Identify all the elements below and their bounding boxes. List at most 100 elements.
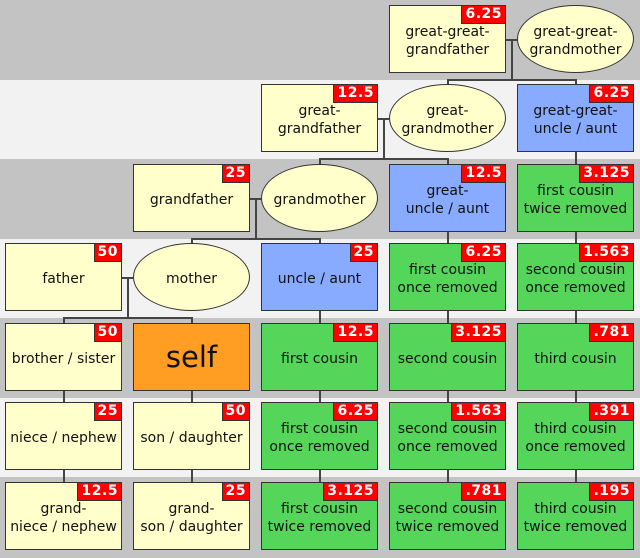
connector-line	[318, 390, 321, 402]
node-third-cousin-once-removed: third cousin once removed .391	[517, 402, 634, 470]
node-label: great-great- grandfather	[405, 23, 490, 58]
connector-line	[318, 311, 321, 323]
node-label: son / daughter	[140, 430, 243, 446]
connector-line	[62, 390, 65, 402]
relatedness-badge: 25	[93, 403, 121, 421]
node-first-cousin-once-removed: first cousin once removed 6.25	[261, 402, 378, 470]
node-brother-sister: brother / sister 50	[5, 322, 122, 391]
relatedness-badge: 3.125	[323, 482, 377, 501]
connector-line	[382, 118, 385, 158]
node-great-uncle-aunt: great- uncle / aunt 12.5	[389, 163, 506, 232]
relatedness-badge: .195	[589, 482, 633, 501]
node-grandfather: grandfather 25	[133, 163, 250, 232]
connector-line	[446, 231, 449, 243]
node-mother: mother	[133, 243, 250, 311]
node-great-great-grandmother: great-great- grandmother	[517, 4, 634, 73]
node-second-cousin-twice-removed: second cousin twice removed .781	[389, 481, 506, 550]
node-son-daughter: son / daughter 50	[133, 402, 250, 470]
relatedness-badge: 50	[221, 403, 249, 421]
node-father: father 50	[5, 243, 122, 311]
relatedness-badge: 50	[93, 323, 121, 342]
relatedness-badge: 12.5	[77, 482, 121, 501]
connector-line	[126, 277, 129, 317]
relatedness-badge: .391	[589, 403, 633, 421]
node-first-cousin: first cousin 12.5	[261, 322, 378, 391]
connector-line	[574, 152, 577, 164]
node-label: mother	[166, 271, 217, 287]
node-label: first cousin twice removed	[267, 500, 372, 535]
connector-line	[510, 38, 513, 79]
relatedness-badge: 1.563	[451, 403, 505, 421]
node-label: first cousin twice removed	[523, 182, 628, 217]
relatedness-badge: .781	[589, 323, 633, 342]
node-first-cousin-twice-removed: first cousin twice removed 3.125	[261, 481, 378, 550]
connector-line	[574, 390, 577, 402]
node-great-grandmother: great- grandmother	[389, 84, 506, 152]
node-label: third cousin	[534, 350, 617, 367]
relatedness-badge: 12.5	[333, 323, 377, 342]
node-self: self	[133, 322, 250, 391]
relatedness-badge: 50	[93, 244, 121, 262]
node-label: third cousin once removed	[525, 421, 626, 455]
node-great-great-grandfather: great-great- grandfather 6.25	[389, 4, 506, 73]
connector-line	[190, 390, 193, 402]
node-label: second cousin once removed	[397, 421, 498, 455]
node-uncle-aunt: uncle / aunt 25	[261, 243, 378, 311]
connector-line	[62, 470, 65, 482]
node-label: self	[165, 339, 218, 374]
node-label: second cousin once removed	[525, 262, 626, 296]
relatedness-badge: 6.25	[333, 403, 377, 421]
relatedness-badge: 12.5	[333, 85, 377, 103]
relatedness-badge: 6.25	[589, 85, 633, 103]
node-grandmother: grandmother	[261, 163, 378, 232]
connector-line	[446, 390, 449, 402]
node-third-cousin-twice-removed: third cousin twice removed .195	[517, 481, 634, 550]
relatedness-badge: 12.5	[461, 164, 505, 183]
node-label: grandmother	[273, 191, 366, 208]
connector-line	[62, 317, 193, 319]
node-label: grand- son / daughter	[140, 500, 243, 535]
node-label: grandfather	[149, 191, 234, 208]
connector-line	[254, 197, 257, 238]
node-label: great- grandfather	[277, 103, 362, 137]
relatedness-badge: 6.25	[461, 244, 505, 262]
relatedness-badge: 3.125	[451, 323, 505, 342]
node-great-grandfather: great- grandfather 12.5	[261, 84, 378, 152]
node-first-cousin-twice-removed: first cousin twice removed 3.125	[517, 163, 634, 232]
node-label: brother / sister	[11, 350, 116, 367]
node-label: first cousin once removed	[269, 421, 370, 455]
node-label: second cousin twice removed	[395, 500, 500, 535]
relatedness-badge: 3.125	[579, 164, 633, 183]
node-label: great- grandmother	[401, 103, 494, 137]
node-label: first cousin	[281, 350, 358, 367]
node-label: grand- niece / nephew	[10, 500, 117, 535]
relatedness-badge: .781	[461, 482, 505, 501]
node-second-cousin-once-removed: second cousin once removed 1.563	[517, 243, 634, 311]
node-grand-niece-nephew: grand- niece / nephew 12.5	[5, 481, 122, 550]
node-label: niece / nephew	[10, 430, 117, 446]
connector-line	[190, 470, 193, 482]
connector-line	[318, 158, 321, 164]
node-label: great- uncle / aunt	[405, 182, 490, 217]
connector-line	[190, 237, 321, 240]
relatedness-badge: 1.563	[579, 244, 633, 262]
node-label: third cousin twice removed	[523, 500, 628, 535]
relatedness-badge: 25	[349, 244, 377, 262]
relatedness-badge: 25	[221, 482, 249, 501]
node-label: first cousin once removed	[397, 262, 498, 296]
node-first-cousin-once-removed: first cousin once removed 6.25	[389, 243, 506, 311]
node-label: uncle / aunt	[277, 271, 362, 287]
node-label: father	[42, 271, 85, 287]
node-second-cousin: second cousin 3.125	[389, 322, 506, 391]
connector-line	[318, 158, 449, 160]
connector-line	[574, 470, 577, 482]
connector-line	[574, 231, 577, 243]
connector-line	[574, 311, 577, 323]
node-third-cousin: third cousin .781	[517, 322, 634, 391]
relatedness-badge: 25	[221, 164, 249, 183]
node-label: second cousin	[397, 350, 498, 367]
connector-line	[446, 311, 449, 323]
connector-line	[446, 78, 577, 81]
node-second-cousin-once-removed: second cousin once removed 1.563	[389, 402, 506, 470]
node-label: great-great- uncle / aunt	[533, 103, 618, 137]
